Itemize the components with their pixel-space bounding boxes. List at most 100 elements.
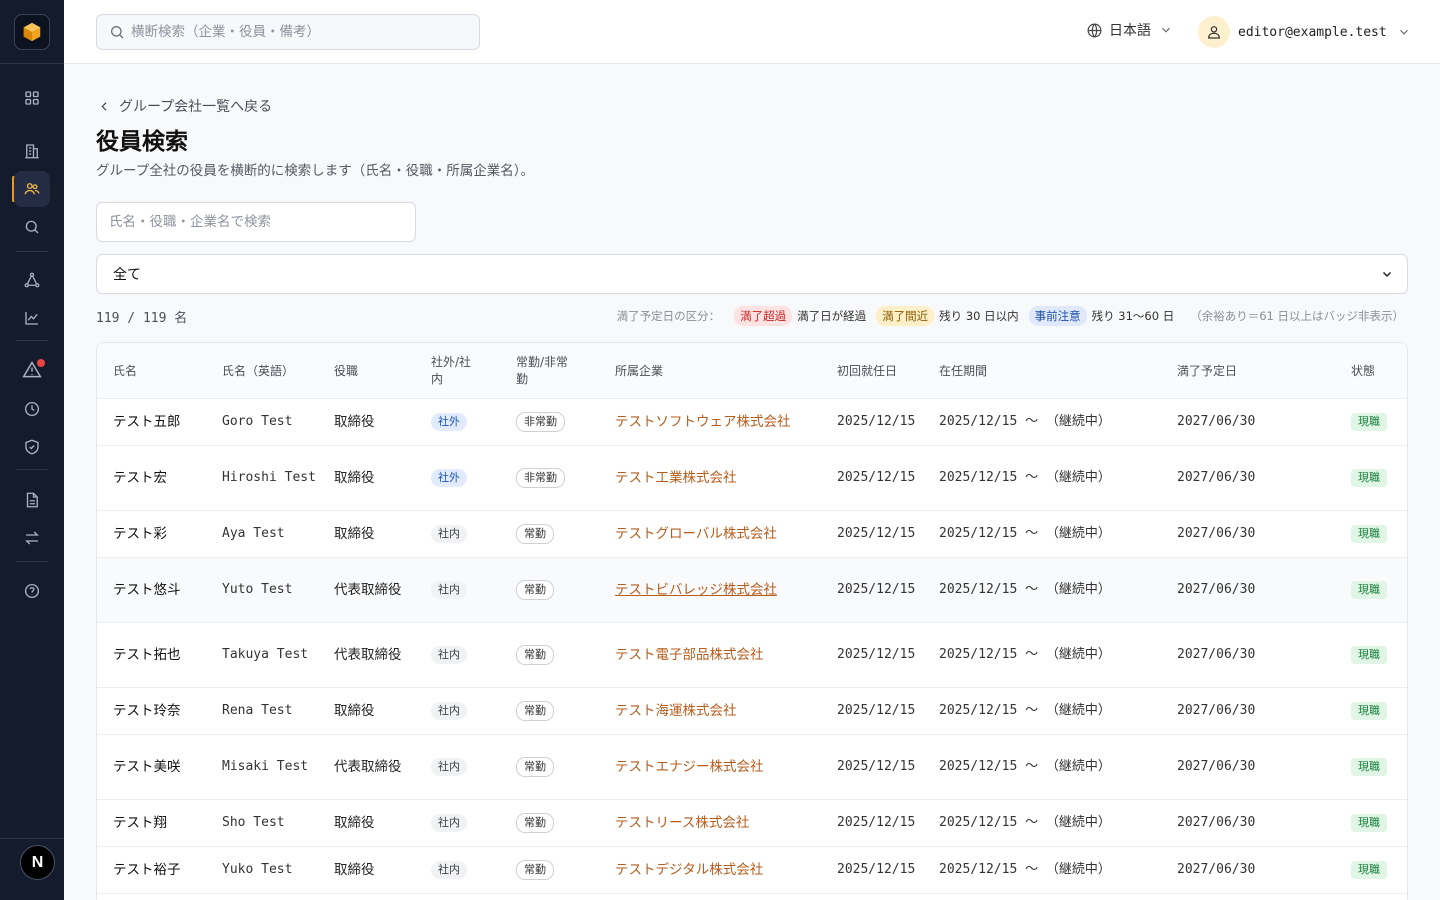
nav-help[interactable]	[14, 573, 50, 609]
cell-text: 2027/06/30	[1177, 703, 1256, 718]
chevron-down-icon	[1382, 271, 1392, 278]
officer-search-input[interactable]	[96, 202, 416, 242]
cell-inout: 社内	[431, 623, 467, 687]
officers-table: 氏名 氏名（英語） 役職 社外/社内 常勤/非常勤 所属企業 初回就任日 在任期…	[96, 342, 1408, 900]
cell-title: 取締役	[334, 511, 406, 557]
cell-text: Rena Test	[222, 703, 293, 718]
table-row[interactable]: テスト悠斗 Yuto Test 代表取締役 社内 常勤 テストビバレッジ株式会社 2025/…	[97, 558, 1407, 623]
table-row[interactable]: テスト美咲 Misaki Test 代表取締役 社内 常勤 テストエナジー株式会社 2025…	[97, 735, 1407, 800]
company-link[interactable]: テストソフトウェア株式会社	[615, 412, 791, 432]
cell-text: Yuto Test	[222, 582, 293, 597]
cell-company: テストリース株式会社	[615, 800, 749, 846]
cell-company: テストビバレッジ株式会社	[615, 558, 777, 622]
globe-icon	[1087, 23, 1102, 38]
col-header[interactable]: 満了予定日	[1177, 343, 1237, 399]
company-link[interactable]: テスト海運株式会社	[615, 701, 737, 721]
col-header[interactable]: 初回就任日	[837, 343, 897, 399]
chevron-down-icon	[1399, 29, 1408, 35]
cell-text: 2025/12/15	[837, 526, 916, 541]
cell-text: 代表取締役	[334, 647, 402, 663]
table-row[interactable]: テスト宏 Hiroshi Test 取締役 社外 非常勤 テスト工業株式会社 2025/12…	[97, 446, 1407, 511]
cell-company: テスト電子部品株式会社	[615, 623, 764, 687]
cell-name: テスト拓也	[113, 623, 213, 687]
table-row[interactable]: テスト玲奈 Rena Test 取締役 社内 常勤 テスト海運株式会社 2025/12/15…	[97, 688, 1407, 735]
workspace-badge[interactable]: N	[20, 845, 55, 880]
cell-ft: 非常勤	[516, 399, 565, 445]
nav-compliance[interactable]	[14, 429, 50, 465]
language-selector[interactable]: 日本語	[1086, 20, 1173, 40]
cell-inout: 社内	[431, 847, 467, 893]
col-header[interactable]: 氏名	[113, 343, 137, 399]
back-link[interactable]: グループ会社一覧へ戻る	[98, 96, 272, 116]
nav-transfer[interactable]	[14, 520, 50, 556]
cell-text: 2025/12/15 〜 （継続中）	[939, 862, 1111, 877]
nav-officers[interactable]	[14, 171, 50, 207]
table-row[interactable]: テスト翔 Sho Test 取締役 社内 常勤 テストリース株式会社 2025/12/15 2…	[97, 800, 1407, 847]
cell-text: 取締役	[334, 862, 375, 878]
cell-name: テスト美咲	[113, 735, 213, 799]
col-header[interactable]: 状態	[1351, 343, 1375, 399]
table-row[interactable]: テスト拓也 Takuya Test 代表取締役 社内 常勤 テスト電子部品株式会社 2025…	[97, 623, 1407, 688]
inout-badge: 社内	[431, 581, 467, 599]
status-badge: 現職	[1351, 469, 1387, 487]
cell-inout: 社内	[431, 558, 467, 622]
cell-expiry: 2027/06/30	[1177, 511, 1255, 557]
company-link[interactable]: テストデジタル株式会社	[615, 860, 763, 880]
cell-text: 2027/06/30	[1177, 759, 1256, 774]
result-count: 119 / 119 名	[96, 311, 188, 326]
col-header[interactable]: 所属企業	[615, 343, 663, 399]
nav-documents[interactable]	[14, 482, 50, 518]
cell-inout: 社内	[431, 688, 467, 734]
nav-alerts[interactable]	[14, 352, 50, 388]
global-search[interactable]	[96, 14, 480, 50]
col-header[interactable]: 常勤/非常勤	[516, 343, 578, 399]
inout-badge: 社内	[431, 702, 467, 720]
nav-companies[interactable]	[14, 133, 50, 169]
table-row[interactable]: テスト裕子 Yuko Test 取締役 社内 常勤 テストデジタル株式会社 2025/12/…	[97, 847, 1407, 894]
company-link[interactable]: テスト工業株式会社	[615, 468, 737, 488]
cell-term: 2025/12/15 〜 （継続中）	[939, 735, 1111, 799]
employment-badge: 常勤	[516, 860, 554, 880]
legend-text: 残り 30 日以内	[939, 309, 1019, 323]
cell-text: 2025/12/15 〜 （継続中）	[939, 414, 1111, 429]
nav-network[interactable]	[14, 262, 50, 298]
cell-text: 2027/06/30	[1177, 470, 1256, 485]
nav-analytics[interactable]	[14, 300, 50, 336]
cell-text: テスト拓也	[113, 647, 181, 663]
col-header[interactable]: 在任期間	[939, 343, 987, 399]
page-title: 役員検索	[96, 129, 188, 155]
table-row[interactable]: テスト彩 Aya Test 取締役 社内 常勤 テストグローバル株式会社 2025/12/1…	[97, 511, 1407, 558]
sidebar-divider	[0, 838, 64, 839]
nav-search[interactable]	[14, 209, 50, 245]
user-menu[interactable]: editor@example.test	[1198, 16, 1411, 48]
col-header[interactable]: 氏名（英語）	[222, 343, 294, 399]
col-header[interactable]: 社外/社内	[431, 343, 481, 399]
nav-dashboard[interactable]	[14, 80, 50, 116]
cell-term: 2025/12/15 〜 （継続中）	[939, 800, 1111, 846]
cell-text: 取締役	[334, 414, 375, 430]
cell-text: テスト裕子	[113, 862, 181, 878]
company-link[interactable]: テストグローバル株式会社	[615, 524, 777, 544]
inout-badge: 社外	[431, 469, 467, 487]
table-row[interactable]: テスト五郎 Goro Test 取締役 社外 非常勤 テストソフトウェア株式会社 2025/…	[97, 399, 1407, 446]
company-link[interactable]: テストエナジー株式会社	[615, 757, 764, 777]
company-link[interactable]: テストリース株式会社	[615, 813, 749, 833]
cell-status: 現職	[1351, 399, 1387, 445]
company-link[interactable]: テストビバレッジ株式会社	[615, 580, 777, 600]
cell-text: Takuya Test	[222, 647, 309, 662]
filter-select[interactable]: 全て	[96, 254, 1408, 294]
col-header[interactable]: 役職	[334, 343, 358, 399]
status-badge: 現職	[1351, 758, 1387, 776]
app-logo[interactable]	[14, 14, 50, 50]
cell-first: 2025/12/15	[837, 399, 915, 445]
company-link[interactable]: テスト電子部品株式会社	[615, 645, 764, 665]
global-search-input[interactable]	[131, 24, 471, 40]
cell-text: 2027/06/30	[1177, 647, 1256, 662]
cell-text: 2025/12/15	[837, 647, 916, 662]
nav-history[interactable]	[14, 391, 50, 427]
cell-name-en: Yuto Test	[222, 558, 322, 622]
cell-company: テストエナジー株式会社	[615, 735, 764, 799]
cell-name: テスト五郎	[113, 399, 213, 445]
cell-text: 2027/06/30	[1177, 526, 1256, 541]
status-badge: 現職	[1351, 581, 1387, 599]
